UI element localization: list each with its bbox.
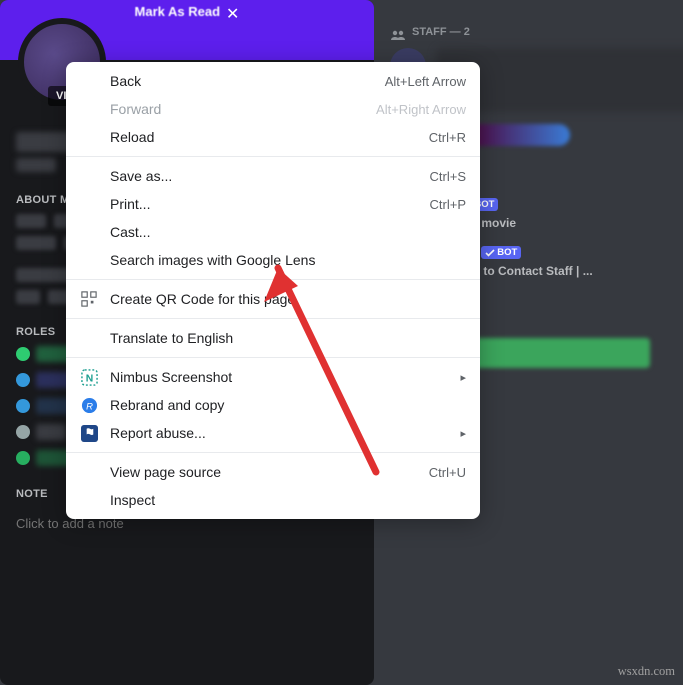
ctx-reload[interactable]: ReloadCtrl+R [66,123,480,151]
ctx-google-lens[interactable]: Search images with Google Lens [66,246,480,274]
qr-icon [80,290,98,308]
ctx-view-source[interactable]: View page sourceCtrl+U [66,458,480,486]
ctx-cast[interactable]: Cast... [66,218,480,246]
bot-badge: BOT [481,246,521,259]
svg-text:N: N [85,373,93,384]
ctx-back[interactable]: BackAlt+Left Arrow [66,67,480,95]
ctx-qr-code[interactable]: Create QR Code for this page [66,285,480,313]
rebrand-icon: R [80,396,98,414]
report-icon [80,424,98,442]
close-icon[interactable]: ✕ [226,4,239,24]
ctx-inspect[interactable]: Inspect [66,486,480,514]
people-icon [390,27,406,37]
ctx-forward: ForwardAlt+Right Arrow [66,95,480,123]
ctx-print[interactable]: Print...Ctrl+P [66,190,480,218]
mark-read-label: Mark As Read [135,4,221,19]
ctx-rebrand[interactable]: RRebrand and copy [66,391,480,419]
ctx-save-as[interactable]: Save as...Ctrl+S [66,162,480,190]
ctx-nimbus[interactable]: NNimbus Screenshot [66,363,480,391]
ctx-report-abuse[interactable]: Report abuse... [66,419,480,447]
group-header-staff: STAFF — 2 [390,26,683,38]
watermark: wsxdn.com [618,664,675,679]
nimbus-icon: N [80,368,98,386]
discriminator [16,158,56,172]
ctx-translate[interactable]: Translate to English [66,324,480,352]
svg-text:R: R [86,401,93,412]
context-menu: BackAlt+Left Arrow ForwardAlt+Right Arro… [66,62,480,519]
